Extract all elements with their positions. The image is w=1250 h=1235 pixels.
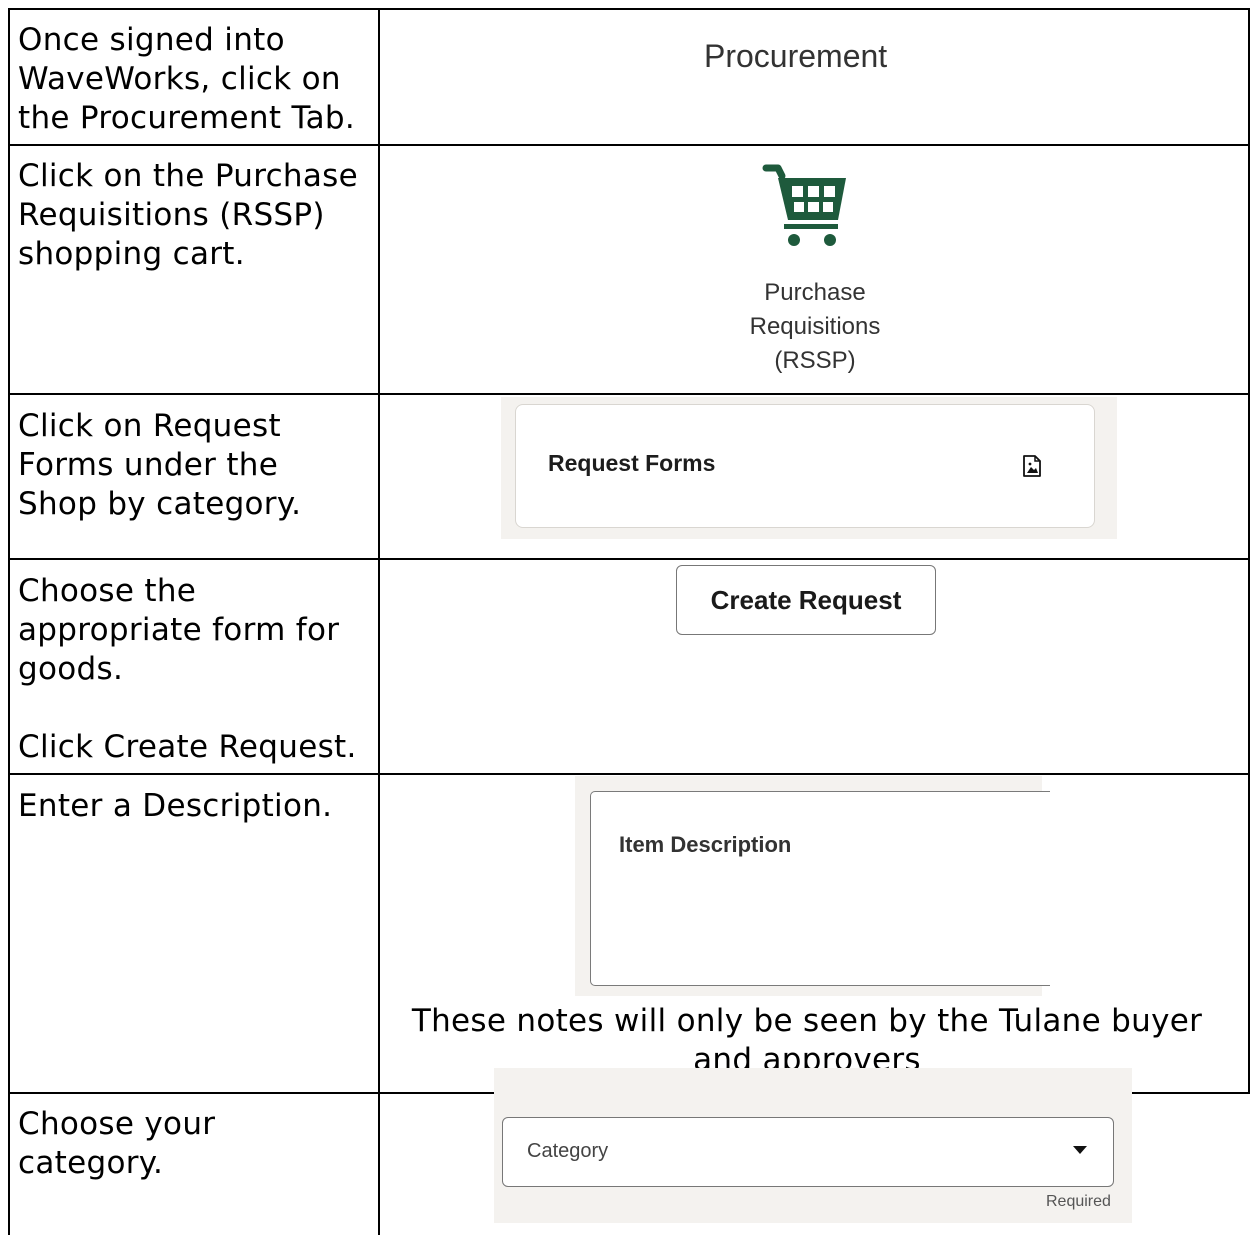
caret-down-icon — [1073, 1146, 1087, 1154]
item-description-field[interactable]: Item Description — [590, 791, 1050, 986]
category-label: Category — [527, 1140, 609, 1162]
row-divider — [8, 773, 1250, 775]
shopping-cart-icon[interactable] — [762, 160, 852, 248]
procurement-tab[interactable]: Procurement — [704, 38, 887, 75]
request-forms-card[interactable]: Request Forms — [515, 404, 1095, 528]
request-forms-title: Request Forms — [548, 450, 716, 476]
create-request-button[interactable]: Create Request — [676, 565, 936, 635]
table-border-left — [8, 8, 10, 1235]
row-divider — [8, 393, 1250, 395]
row-divider — [8, 144, 1250, 146]
table-border-top — [8, 8, 1250, 10]
category-select[interactable]: Category — [502, 1117, 1114, 1187]
category-required-hint: Required — [1046, 1193, 1111, 1210]
instruction-1: Once signed into WaveWorks, click on the… — [18, 22, 355, 136]
instruction-3: Click on Request Forms under the Shop by… — [18, 408, 302, 522]
instruction-5: Enter a Description. — [18, 788, 333, 824]
instruction-4: Choose the appropriate form for goods. C… — [18, 573, 357, 765]
item-description-label: Item Description — [619, 832, 792, 857]
instruction-6: Choose your category. — [18, 1106, 216, 1181]
row-divider — [8, 558, 1250, 560]
instruction-2: Click on the Purchase Requisitions (RSSP… — [18, 158, 358, 272]
purchase-requisitions-label[interactable]: Purchase Requisitions (RSSP) — [700, 276, 930, 378]
document-image-icon — [1023, 455, 1041, 477]
